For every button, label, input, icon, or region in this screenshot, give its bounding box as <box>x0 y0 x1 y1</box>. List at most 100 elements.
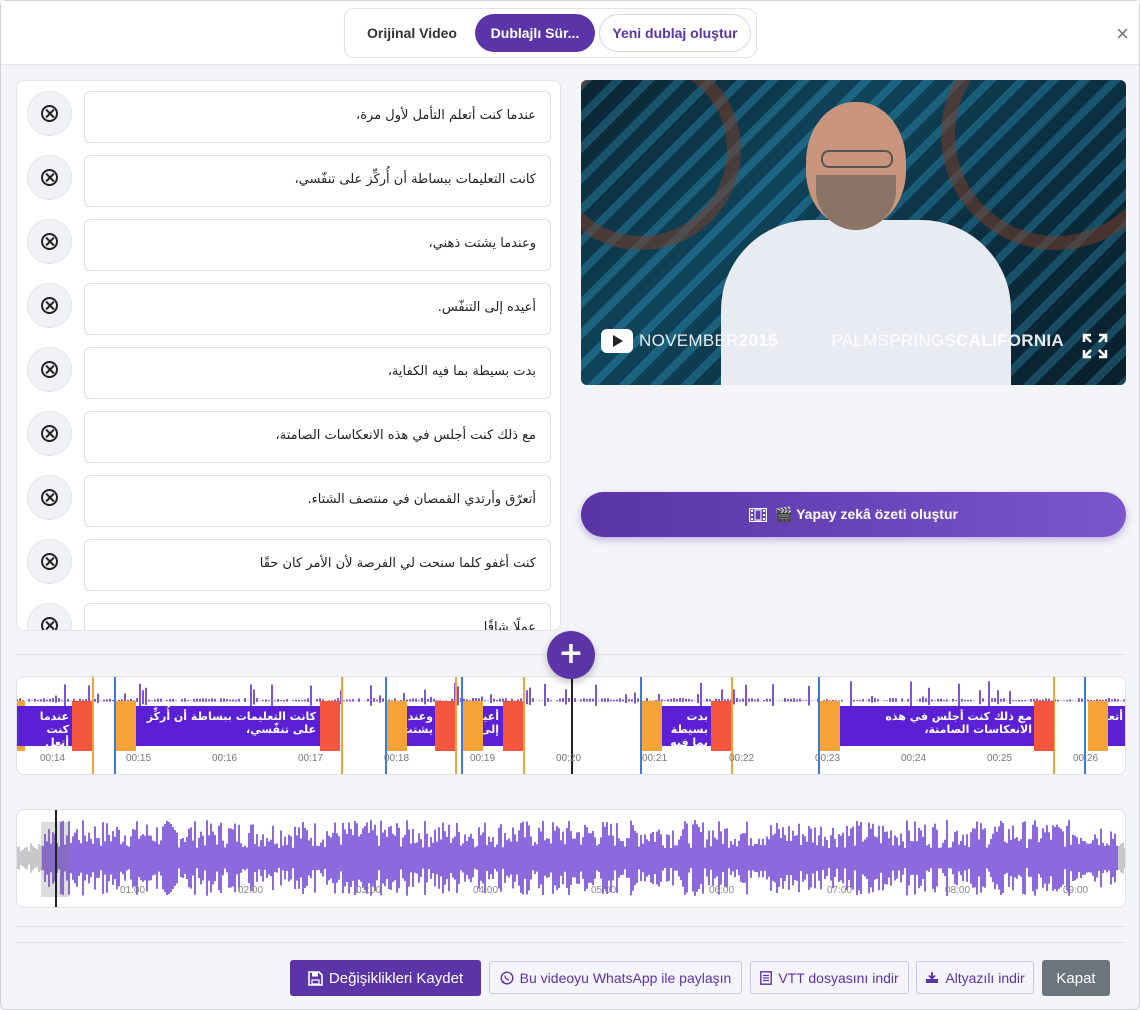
file-text-icon <box>760 970 773 985</box>
film-icon <box>749 507 768 522</box>
dubbing-modal: Orijinal Video Dublajlı Sür... Yeni dubl… <box>0 0 1140 1010</box>
remove-circle-icon <box>41 617 58 630</box>
timeline-region[interactable]: بدت بسيطة بما فيه الكفاية، <box>642 701 731 751</box>
region-end-handle[interactable] <box>711 701 731 751</box>
region-label: أعيده إلى <box>483 706 503 746</box>
close-icon[interactable]: × <box>1116 23 1129 45</box>
speaker-glasses <box>821 150 893 168</box>
region-start-handle[interactable] <box>387 701 407 751</box>
region-label: أتعرّق <box>1108 706 1125 746</box>
segment-text-field[interactable]: عملًا شاقًا <box>84 603 551 630</box>
add-segment-button[interactable]: + <box>547 631 595 679</box>
delete-segment-button[interactable] <box>27 603 72 630</box>
timeline-tick: 00:16 <box>212 753 238 764</box>
ai-summary-button[interactable]: 🎬 Yapay zekâ özeti oluştur <box>581 492 1126 537</box>
segment-text-field[interactable]: وعندما يشتت ذهني، <box>84 219 551 271</box>
segment-text-field[interactable]: أعيده إلى التنفّس. <box>84 283 551 335</box>
video-player[interactable]: NOVEMBER2015 PALMSPRINGSCALIFORNIA <box>581 80 1126 385</box>
download-subtitled-label: Altyazılı indir <box>945 969 1025 986</box>
timeline-tick: 00:22 <box>729 753 755 764</box>
delete-segment-button[interactable] <box>27 219 72 264</box>
tab-dubbed-version[interactable]: Dublajlı Sür... <box>475 14 595 52</box>
download-subtitled-button[interactable]: Altyazılı indir <box>916 961 1034 994</box>
segment-text-field[interactable]: كانت التعليمات ببساطة أن أُركِّز على تنف… <box>84 155 551 207</box>
delete-segment-button[interactable] <box>27 539 72 584</box>
segment-text-field[interactable]: كنت أغفو كلما سنحت لي الفرصة لأن الأمر ك… <box>84 539 551 591</box>
timeline-region[interactable]: وعندما يشتت <box>387 701 455 751</box>
video-date-caption: NOVEMBER2015 <box>639 331 778 351</box>
segment-text-field[interactable]: مع ذلك كنت أجلس في هذه الانعكاسات الصامت… <box>84 411 551 463</box>
download-icon <box>926 972 939 983</box>
timeline-region[interactable]: عندما كنت أتعل <box>17 701 92 751</box>
remove-circle-icon <box>41 105 58 122</box>
region-end-handle[interactable] <box>435 701 455 751</box>
overview-tick: 06:00 <box>709 885 735 896</box>
segment-row: مع ذلك كنت أجلس في هذه الانعكاسات الصامت… <box>17 411 560 463</box>
segment-row: عملًا شاقًا <box>17 603 560 630</box>
save-changes-label: Değişiklikleri Kaydet <box>328 969 464 987</box>
segment-row: كانت التعليمات ببساطة أن أُركِّز على تنف… <box>17 155 560 207</box>
region-boundary[interactable] <box>523 677 525 774</box>
segment-row: وعندما يشتت ذهني، <box>17 219 560 271</box>
overview-tick: 09:00 <box>1063 885 1089 896</box>
region-label: كانت التعليمات ببساطة أن أُركِّز على تنف… <box>136 706 320 746</box>
floppy-disk-icon <box>308 970 323 986</box>
region-boundary[interactable] <box>92 677 94 774</box>
region-start-handle[interactable] <box>116 701 136 751</box>
timeline-tick: 00:25 <box>987 753 1013 764</box>
region-start-handle[interactable] <box>820 701 840 751</box>
delete-segment-button[interactable] <box>27 155 72 200</box>
timeline-region[interactable]: مع ذلك كنت أجلس في هذه الانعكاسات الصامت… <box>820 701 1054 751</box>
delete-segment-button[interactable] <box>27 475 72 520</box>
whatsapp-icon <box>500 970 514 985</box>
fullscreen-icon[interactable] <box>1082 333 1108 359</box>
region-boundary[interactable] <box>455 677 457 774</box>
tab-original-video[interactable]: Orijinal Video <box>353 14 471 52</box>
region-start-handle[interactable] <box>463 701 483 751</box>
share-whatsapp-button[interactable]: Bu videoyu WhatsApp ile paylaşın <box>489 961 742 994</box>
timeline-region[interactable]: أعيده إلى <box>463 701 523 751</box>
delete-segment-button[interactable] <box>27 347 72 392</box>
delete-segment-button[interactable] <box>27 283 72 328</box>
divider <box>16 942 1126 943</box>
overview-tick: 07:00 <box>827 885 853 896</box>
region-label: مع ذلك كنت أجلس في هذه الانعكاسات الصامت… <box>840 706 1036 746</box>
tab-create-new-dub[interactable]: Yeni dublaj oluştur <box>599 14 751 52</box>
remove-circle-icon <box>41 169 58 186</box>
youtube-play-icon[interactable] <box>601 329 633 353</box>
timeline-region[interactable]: أتعرّق <box>1088 701 1125 751</box>
region-end-handle[interactable] <box>320 701 340 751</box>
delete-segment-button[interactable] <box>27 91 72 136</box>
delete-segment-button[interactable] <box>27 411 72 456</box>
region-end-handle[interactable] <box>503 701 523 751</box>
remove-circle-icon <box>41 489 58 506</box>
segment-list[interactable]: عندما كنت أتعلم التأمل لأول مرة، كانت ال… <box>16 80 561 631</box>
overview-tick: 08:00 <box>945 885 971 896</box>
region-start-handle[interactable] <box>1088 701 1108 751</box>
close-button[interactable]: Kapat <box>1042 960 1110 996</box>
region-boundary[interactable] <box>341 677 343 774</box>
segment-text-field[interactable]: أتعرّق وأرتدي القمصان في منتصف الشتاء. <box>84 475 551 527</box>
segment-text-field[interactable]: عندما كنت أتعلم التأمل لأول مرة، <box>84 91 551 143</box>
divider <box>16 926 1126 927</box>
segment-text-field[interactable]: بدت بسيطة بما فيه الكفاية، <box>84 347 551 399</box>
download-vtt-label: VTT dosyasını indir <box>778 969 899 986</box>
waveform-overview[interactable]: 01:00 02:00 03:00 04:00 05:00 06:00 07:0… <box>16 809 1126 908</box>
region-end-handle[interactable] <box>1034 701 1054 751</box>
save-changes-button[interactable]: Değişiklikleri Kaydet <box>290 960 481 996</box>
timeline-region[interactable]: كانت التعليمات ببساطة أن أُركِّز على تنف… <box>116 701 341 751</box>
modal-header: Orijinal Video Dublajlı Sür... Yeni dubl… <box>1 1 1139 65</box>
overview-tick: 02:00 <box>238 885 264 896</box>
segment-timeline[interactable]: عندما كنت أتعل كانت التعليمات ببساطة أن … <box>16 676 1126 775</box>
overview-tick: 05:00 <box>591 885 617 896</box>
remove-circle-icon <box>41 233 58 250</box>
timeline-tick: 00:15 <box>126 753 152 764</box>
region-end-handle[interactable] <box>72 701 92 751</box>
segment-row: عندما كنت أتعلم التأمل لأول مرة، <box>17 91 560 143</box>
overview-playhead[interactable] <box>55 810 57 907</box>
overview-tick: 01:00 <box>120 885 146 896</box>
download-vtt-button[interactable]: VTT dosyasını indir <box>750 961 909 994</box>
overview-tick: 04:00 <box>473 885 499 896</box>
segment-row: بدت بسيطة بما فيه الكفاية، <box>17 347 560 399</box>
region-start-handle[interactable] <box>642 701 662 751</box>
